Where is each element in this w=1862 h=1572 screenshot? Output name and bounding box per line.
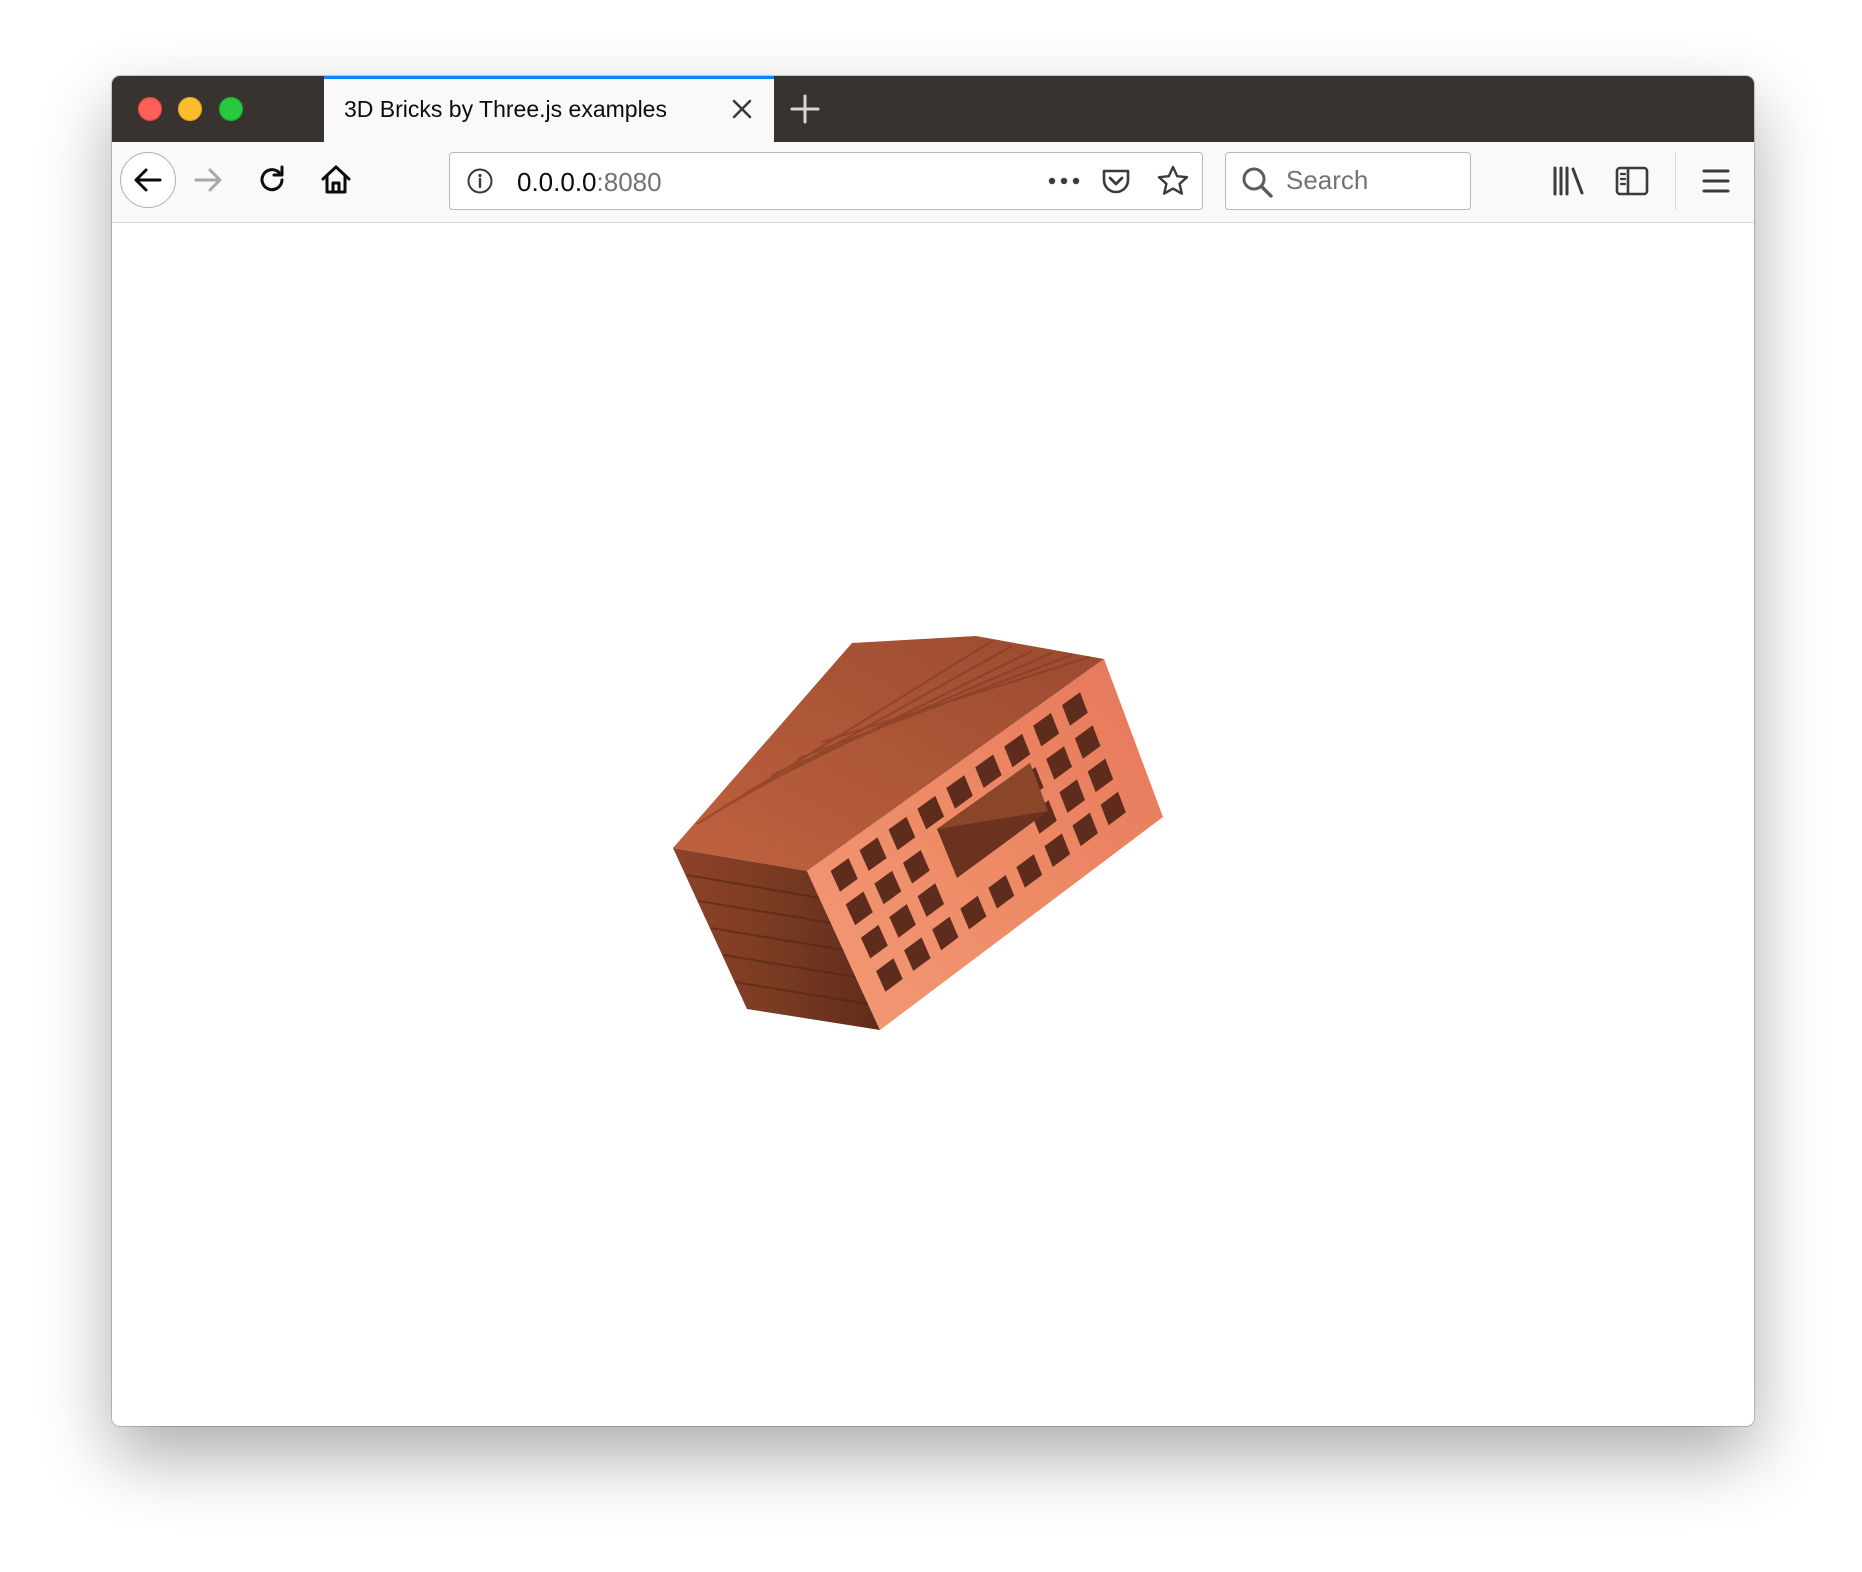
window-minimize-button[interactable] <box>178 97 202 121</box>
page-content <box>112 223 1754 1426</box>
brick-3d-render[interactable] <box>112 223 1754 1426</box>
home-button[interactable] <box>308 152 364 208</box>
window-close-button[interactable] <box>138 97 162 121</box>
tab-active[interactable]: 3D Bricks by Three.js examples <box>324 76 774 142</box>
hamburger-menu-icon[interactable] <box>1697 162 1735 200</box>
url-bar[interactable]: 0.0.0.0:8080 <box>449 152 1203 210</box>
browser-window: 3D Bricks by Three.js examples 0.0.0.0:8… <box>112 76 1754 1426</box>
home-icon <box>321 165 351 194</box>
toolbar-separator <box>1675 152 1676 210</box>
search-icon <box>1242 167 1273 198</box>
url-host: 0.0.0.0 <box>517 167 597 197</box>
reload-icon <box>260 165 284 192</box>
search-bar[interactable] <box>1225 152 1471 210</box>
pocket-icon[interactable] <box>1100 165 1132 197</box>
ellipsis-icon[interactable] <box>1044 167 1084 195</box>
forward-button[interactable] <box>180 152 236 208</box>
star-icon[interactable] <box>1156 164 1190 198</box>
arrow-right-icon <box>194 168 222 192</box>
new-tab-button[interactable] <box>786 90 824 128</box>
info-icon[interactable] <box>466 167 494 195</box>
search-input[interactable] <box>1286 161 1456 199</box>
plus-icon <box>790 94 820 124</box>
tab-bar: 3D Bricks by Three.js examples <box>112 76 1754 142</box>
tab-accent-line <box>324 76 774 79</box>
reload-button[interactable] <box>244 152 300 208</box>
nav-toolbar: 0.0.0.0:8080 <box>112 142 1754 223</box>
tab-close-button[interactable] <box>728 95 756 123</box>
library-icon[interactable] <box>1550 162 1588 200</box>
window-zoom-button[interactable] <box>219 97 243 121</box>
arrow-left-icon <box>134 168 162 192</box>
brick <box>673 636 1163 1030</box>
sidebar-icon[interactable] <box>1613 162 1651 200</box>
url-port: :8080 <box>596 167 662 197</box>
tab-title: 3D Bricks by Three.js examples <box>344 96 667 122</box>
url-text[interactable]: 0.0.0.0:8080 <box>517 167 662 198</box>
back-button[interactable] <box>120 152 176 208</box>
close-icon <box>732 99 752 119</box>
